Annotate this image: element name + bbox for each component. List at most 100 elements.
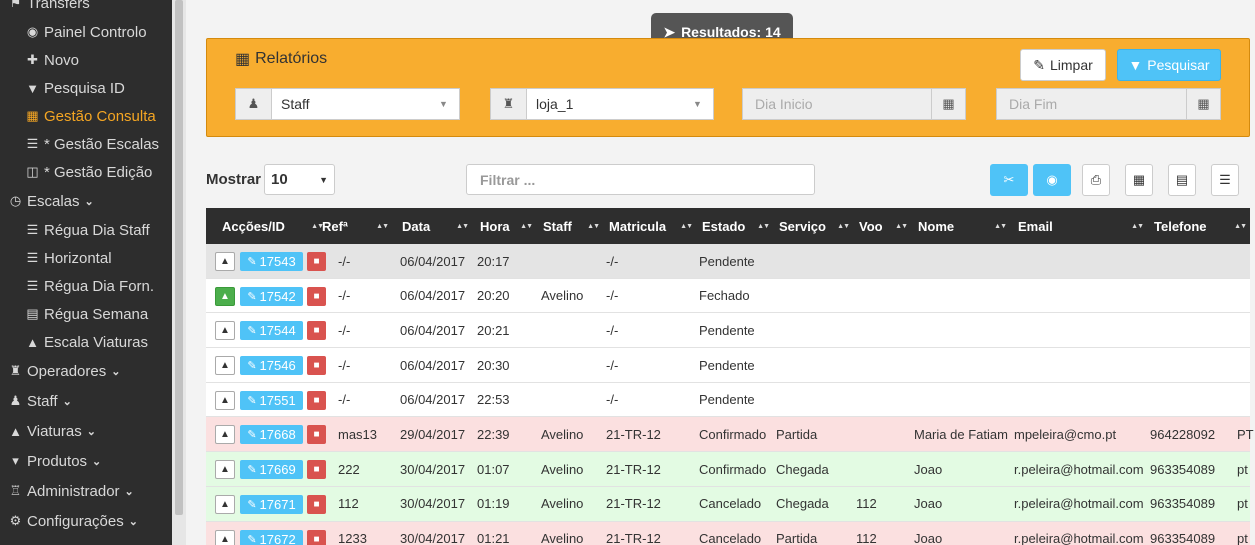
cell-estado: Cancelado (699, 496, 762, 512)
sidebar-item-gest-o-escalas[interactable]: ☰ * Gestão Escalas (0, 130, 172, 158)
delete-button[interactable]: ■ (307, 390, 326, 410)
sidebar-item-escalas[interactable]: ◷ Escalas ⌄ (0, 186, 172, 216)
end-date-input[interactable]: Dia Fim ▦ (996, 88, 1221, 120)
table-row[interactable]: ▲ ✎ 17544 ■ -/- 06/04/2017 20:21 -/- Pendente (206, 313, 1250, 349)
edit-id-button[interactable]: ✎ 17672 (240, 529, 303, 545)
sidebar-item-operadores[interactable]: ♜ Operadores ⌄ (0, 356, 172, 386)
staff-select[interactable]: ♟ Staff ▼ (235, 88, 460, 120)
delete-button[interactable]: ■ (307, 460, 326, 480)
file-text-icon: ☰ (1219, 172, 1231, 187)
sort-icon: ▲▼ (456, 222, 469, 230)
edit-id-button[interactable]: ✎ 17671 (240, 494, 303, 514)
table-row[interactable]: ▲ ✎ 17546 ■ -/- 06/04/2017 20:30 -/- Pendente (206, 348, 1250, 383)
sidebar-item-viaturas[interactable]: ▲ Viaturas ⌄ (0, 416, 172, 446)
column-header[interactable]: Voo ▲▼ (859, 208, 911, 244)
delete-button[interactable]: ■ (307, 425, 326, 445)
edit-id-button[interactable]: ✎ 17668 (240, 425, 303, 445)
sidebar-item-r-gua-semana[interactable]: ▤ Régua Semana (0, 300, 172, 328)
scrollbar-thumb[interactable] (175, 0, 183, 515)
column-header[interactable]: Acções/ID ▲▼ (222, 208, 327, 244)
table-row[interactable]: ▲ ✎ 17543 ■ -/- 06/04/2017 20:17 -/- Pendente (206, 244, 1250, 279)
delete-button[interactable]: ■ (307, 286, 326, 306)
cell-nome: Joao (914, 496, 943, 512)
chevron-down-icon: ⌄ (124, 485, 134, 498)
sidebar-item-label: Novo (44, 51, 80, 69)
visibility-button[interactable]: ◉ (1033, 164, 1071, 196)
table-row[interactable]: ▲ ✎ 17671 ■ 112 30/04/2017 01:19 Avelino 21-TR-1… (206, 486, 1250, 522)
page-size-select[interactable]: 10 ▼ (264, 164, 336, 195)
sidebar-item-produtos[interactable]: ▾ Produtos ⌄ (0, 446, 172, 476)
delete-button[interactable]: ■ (307, 321, 326, 341)
column-header[interactable]: Matricula ▲▼ (609, 208, 696, 244)
delete-button[interactable]: ■ (307, 252, 326, 271)
column-header[interactable]: Estado ▲▼ (702, 208, 773, 244)
sidebar-item-staff[interactable]: ♟ Staff ⌄ (0, 386, 172, 416)
calendar-icon[interactable]: ▦ (931, 89, 965, 119)
car-assign-button[interactable]: ▲ (215, 494, 235, 514)
search-button[interactable]: ▼ Pesquisar (1117, 49, 1221, 81)
delete-button[interactable]: ■ (307, 494, 326, 514)
start-date-input[interactable]: Dia Inicio ▦ (742, 88, 966, 120)
edit-id-button[interactable]: ✎ 17669 (240, 460, 303, 480)
cell-email: r.peleira@hotmail.com (1014, 461, 1144, 477)
car-assign-button[interactable]: ▲ (215, 286, 235, 306)
sidebar-item-r-gua-dia-staff[interactable]: ☰ Régua Dia Staff (0, 216, 172, 244)
sidebar-item-r-gua-dia-forn[interactable]: ☰ Régua Dia Forn. (0, 272, 172, 300)
car-assign-button[interactable]: ▲ (215, 252, 235, 271)
column-header[interactable]: Telefone ▲▼ (1154, 208, 1250, 244)
column-header[interactable]: Data ▲▼ (402, 208, 472, 244)
print-button[interactable]: ⎙ (1082, 164, 1110, 196)
staff-select-value: Staff (281, 96, 310, 112)
edit-icon: ✎ (247, 360, 257, 373)
trash-icon: ■ (313, 394, 320, 406)
table-row[interactable]: ▲ ✎ 17672 ■ 1233 30/04/2017 01:21 Avelino 21-TR-… (206, 521, 1250, 545)
sort-icon: ▲▼ (895, 222, 908, 230)
table-row[interactable]: ▲ ✎ 17669 ■ 222 30/04/2017 01:07 Avelino 21-TR-1… (206, 452, 1250, 487)
clear-button[interactable]: ✎ Limpar (1020, 49, 1106, 81)
column-header-label: Telefone (1154, 218, 1207, 234)
car-assign-button[interactable]: ▲ (215, 321, 235, 341)
sidebar-item-administrador[interactable]: ♖ Administrador ⌄ (0, 476, 172, 506)
sidebar-header-transfers[interactable]: ⚑ Transfers (0, 0, 172, 18)
column-header[interactable]: Hora ▲▼ (480, 208, 536, 244)
print-icon: ⎙ (1090, 172, 1102, 187)
delete-button[interactable]: ■ (307, 356, 326, 376)
calendar-icon[interactable]: ▦ (1186, 89, 1220, 119)
car-assign-button[interactable]: ▲ (215, 356, 235, 376)
sidebar-item-gest-o-consulta[interactable]: ▦ Gestão Consulta (0, 102, 172, 130)
edit-id-button[interactable]: ✎ 17543 (240, 252, 303, 271)
sort-icon: ▲▼ (376, 222, 389, 230)
sidebar-scrollbar[interactable] (172, 0, 186, 545)
column-header[interactable]: Staff ▲▼ (543, 208, 603, 244)
car-assign-button[interactable]: ▲ (215, 529, 235, 545)
table-row[interactable]: ▲ ✎ 17551 ■ -/- 06/04/2017 22:53 -/- Pendente (206, 382, 1250, 418)
sidebar-item-configura-es[interactable]: ⚙ Configurações ⌄ (0, 506, 172, 536)
sidebar-item-horizontal[interactable]: ☰ Horizontal (0, 244, 172, 272)
column-header[interactable]: Serviço ▲▼ (779, 208, 853, 244)
sidebar-item-novo[interactable]: ✚ Novo (0, 46, 172, 74)
column-header[interactable]: Nome ▲▼ (918, 208, 1010, 244)
sidebar-item-escala-viaturas[interactable]: ▲ Escala Viaturas (0, 328, 172, 356)
car-assign-button[interactable]: ▲ (215, 390, 235, 410)
table-row[interactable]: ▲ ✎ 17542 ■ -/- 06/04/2017 20:20 Avelino -/- Fech… (206, 278, 1250, 314)
edit-id-button[interactable]: ✎ 17542 (240, 286, 303, 306)
pdf-export-button[interactable]: ▤ (1168, 164, 1196, 196)
sidebar-item-pesquisa-id[interactable]: ▼ Pesquisa ID (0, 74, 172, 102)
edit-id-button[interactable]: ✎ 17544 (240, 321, 303, 341)
edit-id-button[interactable]: ✎ 17551 (240, 390, 303, 410)
car-assign-button[interactable]: ▲ (215, 460, 235, 480)
csv-export-button[interactable]: ☰ (1211, 164, 1239, 196)
filter-input[interactable]: Filtrar ... (466, 164, 815, 195)
table-row[interactable]: ▲ ✎ 17668 ■ mas13 29/04/2017 22:39 Avelino 21-TR… (206, 417, 1254, 453)
column-header[interactable]: Refª ▲▼ (322, 208, 392, 244)
excel-export-button[interactable]: ▦ (1125, 164, 1153, 196)
sidebar-item-gest-o-edi-o[interactable]: ◫ * Gestão Edição (0, 158, 172, 186)
cut-button[interactable]: ✂ (990, 164, 1028, 196)
car-icon: ▲ (220, 394, 230, 406)
store-select[interactable]: ♜ loja_1 ▼ (490, 88, 714, 120)
sidebar-item-painel-controlo[interactable]: ◉ Painel Controlo (0, 18, 172, 46)
column-header[interactable]: Email ▲▼ (1018, 208, 1147, 244)
car-assign-button[interactable]: ▲ (215, 425, 235, 445)
edit-id-button[interactable]: ✎ 17546 (240, 356, 303, 376)
delete-button[interactable]: ■ (307, 529, 326, 545)
